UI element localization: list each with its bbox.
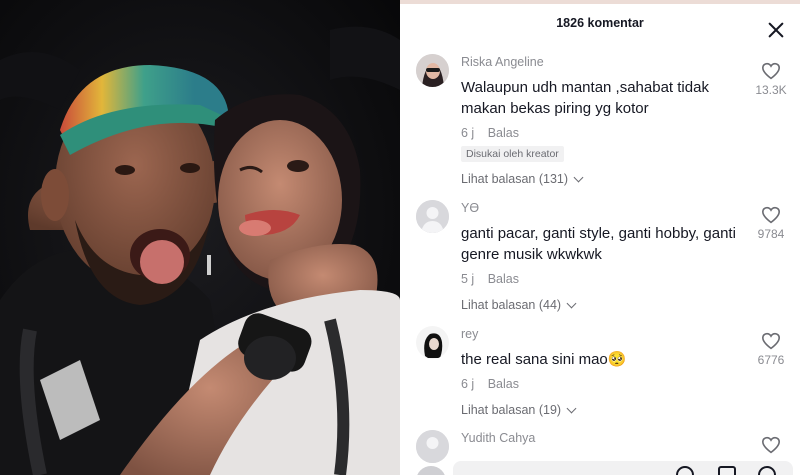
comment-input[interactable] bbox=[453, 461, 793, 475]
view-replies-label: Lihat balasan (44) bbox=[461, 298, 562, 312]
like-button[interactable]: 9784 bbox=[754, 206, 788, 241]
like-count: 6776 bbox=[757, 353, 785, 367]
reply-button[interactable]: Balas bbox=[488, 272, 519, 286]
current-user-avatar bbox=[416, 466, 446, 475]
heart-outline-icon bbox=[761, 62, 781, 80]
comments-header: 1826 komentar bbox=[400, 6, 800, 42]
comment-username[interactable]: rey bbox=[461, 326, 746, 342]
view-replies-button[interactable]: Lihat balasan (131) bbox=[461, 172, 746, 186]
chevron-down-icon bbox=[573, 172, 584, 182]
reply-button[interactable]: Balas bbox=[488, 126, 519, 140]
comment-body: rey the real sana sini mao🥺 6 j Balas Li… bbox=[461, 326, 746, 417]
comment-count: 1826 komentar bbox=[556, 16, 644, 30]
comment-body: Yudith Cahya bbox=[461, 430, 746, 446]
comment-meta: 5 j Balas bbox=[461, 272, 746, 286]
avatar[interactable] bbox=[416, 54, 449, 87]
avatar[interactable] bbox=[416, 200, 449, 233]
view-replies-button[interactable]: Lihat balasan (19) bbox=[461, 403, 746, 417]
like-count: 13.3K bbox=[755, 83, 787, 97]
view-replies-label: Lihat balasan (19) bbox=[461, 403, 562, 417]
comments-panel: 1826 komentar Riska Angeline Walaupun ud… bbox=[400, 0, 800, 475]
comment-username[interactable]: Yudith Cahya bbox=[461, 430, 746, 446]
heart-outline-icon bbox=[761, 436, 781, 454]
chevron-down-icon bbox=[566, 298, 577, 308]
comment-username[interactable]: Yϴ bbox=[461, 200, 746, 216]
video-preview-strip bbox=[400, 0, 800, 4]
like-button[interactable]: 13.3K bbox=[754, 62, 788, 97]
gift-icon[interactable] bbox=[718, 466, 736, 475]
liked-by-creator-badge: Disukai oleh kreator bbox=[461, 146, 564, 162]
chevron-down-icon bbox=[566, 403, 577, 413]
comment-time: 5 j bbox=[461, 272, 475, 286]
comment-meta: 6 j Balas bbox=[461, 377, 746, 391]
couple-photo bbox=[0, 0, 400, 475]
view-replies-button[interactable]: Lihat balasan (44) bbox=[461, 298, 746, 312]
heart-outline-icon bbox=[761, 206, 781, 224]
comment-meta: 6 j Balas bbox=[461, 126, 746, 140]
avatar[interactable] bbox=[416, 326, 449, 359]
comment-body: Riska Angeline Walaupun udh mantan ,saha… bbox=[461, 54, 746, 186]
comment-text: Walaupun udh mantan ,sahabat tidak makan… bbox=[461, 79, 709, 117]
heart-outline-icon bbox=[761, 332, 781, 350]
comment-body: Yϴ ganti pacar, ganti style, ganti hobby… bbox=[461, 200, 746, 312]
like-button[interactable]: 6776 bbox=[754, 332, 788, 367]
comment-time: 6 j bbox=[461, 126, 475, 140]
like-count: 9784 bbox=[757, 227, 785, 241]
comment-time: 6 j bbox=[461, 377, 475, 391]
view-replies-label: Lihat balasan (131) bbox=[461, 172, 569, 186]
comment-input-bar bbox=[400, 458, 800, 475]
comment-text: the real sana sini mao🥺 bbox=[461, 351, 627, 368]
photo bbox=[0, 0, 400, 475]
comment-text: ganti pacar, ganti style, ganti hobby, g… bbox=[461, 225, 736, 263]
close-icon[interactable] bbox=[768, 22, 784, 38]
reply-button[interactable]: Balas bbox=[488, 377, 519, 391]
like-button[interactable] bbox=[754, 436, 788, 454]
comment-username[interactable]: Riska Angeline bbox=[461, 54, 746, 70]
